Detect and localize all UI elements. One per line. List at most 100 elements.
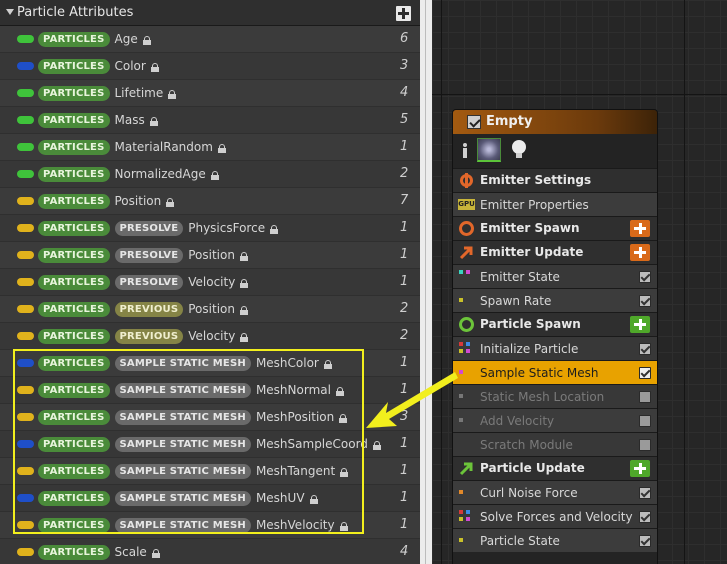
emitter-node-header[interactable]: Empty [453,110,657,134]
emitter-enabled-checkbox[interactable] [467,115,481,129]
module-enabled-checkbox[interactable] [639,367,651,379]
module-enabled-checkbox[interactable] [639,439,651,451]
reference-count: 5 [400,112,409,127]
attribute-row[interactable]: PARTICLES PRESOLVE Velocity 1 [0,269,420,296]
module-spawn-rate[interactable]: Spawn Rate [453,288,657,312]
attribute-row[interactable]: PARTICLES Scale 4 [0,539,420,564]
attribute-row[interactable]: PARTICLES Mass 5 [0,107,420,134]
collapse-arrow-icon[interactable] [6,9,14,15]
attribute-name: MaterialRandom [114,140,213,154]
type-color-pill [17,548,34,556]
lock-icon [149,116,158,126]
type-color-pill [17,359,34,367]
module-enabled-checkbox[interactable] [639,271,651,283]
module-enabled-checkbox[interactable] [639,487,651,499]
panel-header[interactable]: Particle Attributes [0,0,420,26]
attribute-row[interactable]: PARTICLES SAMPLE STATIC MESH MeshNormal 1 [0,377,420,404]
attribute-name: Age [114,32,138,46]
reference-count: 1 [400,436,409,451]
module-static-mesh-location[interactable]: Static Mesh Location [453,384,657,408]
reference-count: 2 [400,301,409,316]
reference-count: 1 [400,220,409,235]
namespace-tag-particles: PARTICLES [38,382,110,398]
namespace-tag-particles: PARTICLES [38,139,110,155]
module-enabled-checkbox[interactable] [639,343,651,355]
attribute-row[interactable]: PARTICLES SAMPLE STATIC MESH MeshTangent 1 [0,458,420,485]
type-color-pill [17,305,34,313]
reference-count: 1 [400,490,409,505]
attribute-row[interactable]: PARTICLES SAMPLE STATIC MESH MeshVelocity 1 [0,512,420,539]
attribute-row[interactable]: PARTICLES Lifetime 4 [0,80,420,107]
add-module-button[interactable] [630,244,650,261]
attribute-label: PARTICLES Color [38,57,159,75]
module-add-velocity[interactable]: Add Velocity [453,408,657,432]
namespace-tag-presolve: PRESOLVE [114,247,184,263]
attribute-name: Velocity [188,275,236,289]
module-scratch-module[interactable]: Scratch Module [453,432,657,456]
add-module-button[interactable] [630,460,650,477]
lock-icon [239,251,248,261]
attribute-row[interactable]: PARTICLES SAMPLE STATIC MESH MeshUV 1 [0,485,420,512]
namespace-tag-particles: PARTICLES [38,58,110,74]
attribute-row[interactable]: PARTICLES MaterialRandom 1 [0,134,420,161]
namespace-tag-mesh: SAMPLE STATIC MESH [114,436,251,452]
attribute-row[interactable]: PARTICLES SAMPLE STATIC MESH MeshPosition 3 [0,404,420,431]
module-enabled-checkbox[interactable] [639,415,651,427]
ring-icon [459,317,474,332]
section-emitter-update[interactable]: Emitter Update [453,240,657,264]
module-type-icon [459,270,473,284]
attribute-label: PARTICLES PREVIOUS Position [38,300,248,318]
add-module-button[interactable] [630,316,650,333]
module-emitter-properties[interactable]: GPU Emitter Properties [453,192,657,216]
attribute-name: Position [188,248,235,262]
module-curl-noise-force[interactable]: Curl Noise Force [453,480,657,504]
panel-splitter[interactable] [420,0,432,564]
module-type-icon [459,414,473,428]
attribute-row[interactable]: PARTICLES Age 6 [0,26,420,53]
namespace-tag-previous: PREVIOUS [114,328,184,344]
attribute-row[interactable]: PARTICLES SAMPLE STATIC MESH MeshSampleCoo… [0,431,420,458]
emitter-node[interactable]: Empty Emitter Settings GPU Emitter Propert… [452,109,658,564]
attribute-row[interactable]: PARTICLES NormalizedAge 2 [0,161,420,188]
attribute-row[interactable]: PARTICLES PRESOLVE PhysicsForce 1 [0,215,420,242]
arrow-up-right-icon [459,245,474,260]
namespace-tag-particles: PARTICLES [38,544,110,560]
section-emitter-spawn[interactable]: Emitter Spawn [453,216,657,240]
section-particle-spawn[interactable]: Particle Spawn [453,312,657,336]
module-particle-state[interactable]: Particle State [453,528,657,552]
reference-count: 3 [400,58,409,73]
module-enabled-checkbox[interactable] [639,535,651,547]
add-module-button[interactable] [630,220,650,237]
module-emitter-state[interactable]: Emitter State [453,264,657,288]
attribute-label: PARTICLES Position [38,192,175,210]
attribute-row[interactable]: PARTICLES SAMPLE STATIC MESH MeshColor 1 [0,350,420,377]
attribute-label: PARTICLES PREVIOUS Velocity [38,327,249,345]
attribute-row[interactable]: PARTICLES PRESOLVE Position 1 [0,242,420,269]
attribute-name: MeshTangent [255,464,336,478]
attribute-row[interactable]: PARTICLES PREVIOUS Velocity 2 [0,323,420,350]
attribute-row[interactable]: PARTICLES Position 7 [0,188,420,215]
thumbnail-icon[interactable] [477,138,501,162]
module-initialize-particle[interactable]: Initialize Particle [453,336,657,360]
reference-count: 1 [400,274,409,289]
module-solve-forces-and-velocity[interactable]: Solve Forces and Velocity [453,504,657,528]
module-sample-static-mesh[interactable]: Sample Static Mesh [453,360,657,384]
namespace-tag-particles: PARTICLES [38,112,110,128]
namespace-tag-particles: PARTICLES [38,463,110,479]
module-enabled-checkbox[interactable] [639,295,651,307]
lock-icon [168,89,177,99]
section-emitter-settings[interactable]: Emitter Settings [453,168,657,192]
section-particle-update[interactable]: Particle Update [453,456,657,480]
module-enabled-checkbox[interactable] [639,391,651,403]
type-color-pill [17,89,34,97]
namespace-tag-particles: PARTICLES [38,85,110,101]
module-enabled-checkbox[interactable] [639,511,651,523]
attribute-label: PARTICLES MaterialRandom [38,138,226,156]
light-bulb-icon[interactable] [512,140,526,160]
lock-icon [339,413,348,423]
attribute-row[interactable]: PARTICLES PREVIOUS Position 2 [0,296,420,323]
add-attribute-button[interactable] [396,6,411,21]
person-icon[interactable] [461,143,469,159]
attribute-label: PARTICLES Lifetime [38,84,177,102]
attribute-row[interactable]: PARTICLES Color 3 [0,53,420,80]
